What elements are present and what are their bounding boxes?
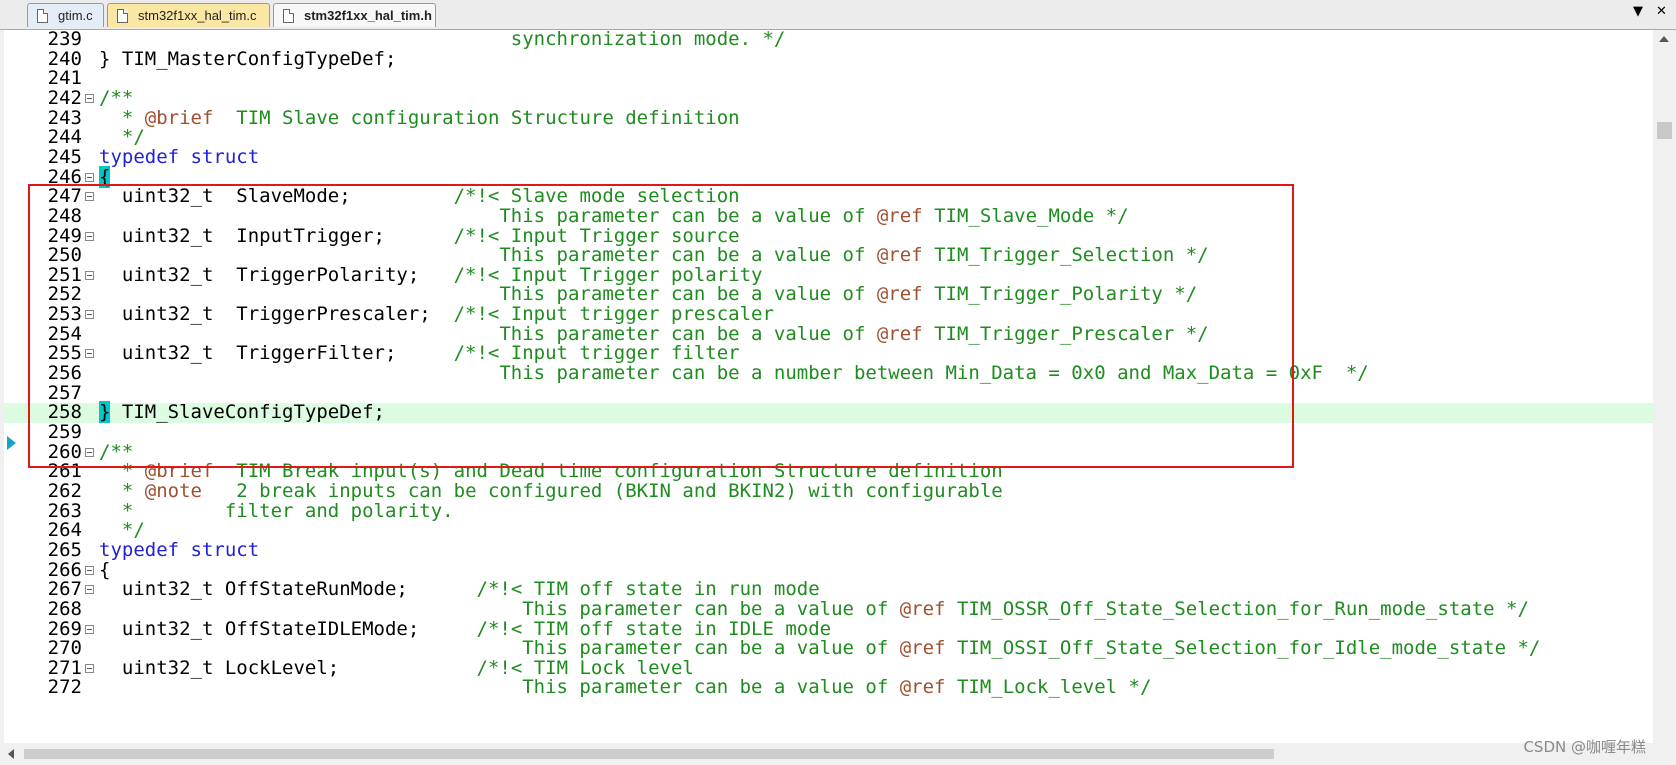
- code-line[interactable]: 263 * filter and polarity.: [4, 499, 1653, 522]
- fold-toggle-icon[interactable]: [85, 585, 94, 595]
- code-line[interactable]: 243 * @brief TIM Slave configuration Str…: [4, 106, 1653, 129]
- code-token: TIM Slave configuration Structure defini…: [213, 106, 740, 129]
- line-number: 268: [47, 597, 82, 620]
- code-token: typedef struct: [99, 538, 260, 561]
- code-line[interactable]: 265 typedef struct: [4, 538, 1653, 561]
- line-number: 239: [47, 30, 82, 50]
- line-number: 244: [47, 126, 82, 149]
- tab-label: stm32f1xx_hal_tim.h: [304, 8, 432, 23]
- fold-toggle-icon[interactable]: [85, 93, 94, 103]
- horizontal-scrollbar[interactable]: [4, 743, 1653, 765]
- code-text: This parameter can be a value of @ref TI…: [99, 678, 1151, 698]
- code-token: * filter and polarity.: [99, 499, 454, 522]
- tab-stm32f1xx-hal-tim-c[interactable]: stm32f1xx_hal_tim.c: [107, 3, 270, 27]
- line-number: 270: [47, 637, 82, 660]
- current-line-marker-icon: [7, 436, 16, 450]
- highlight-box: [28, 184, 1294, 468]
- tab-list-dropdown-icon[interactable]: ▼: [1633, 4, 1643, 19]
- code-token: @ref: [899, 597, 946, 620]
- file-icon: [37, 9, 48, 23]
- line-number: 245: [47, 145, 82, 168]
- file-icon: [283, 9, 294, 23]
- fold-toggle-icon[interactable]: [85, 565, 94, 575]
- code-text: typedef struct: [99, 145, 260, 168]
- code-line[interactable]: 272 This parameter can be a value of @re…: [4, 678, 1653, 698]
- code-token: This parameter can be a value of: [99, 676, 900, 699]
- vertical-scroll-thumb[interactable]: [1657, 122, 1672, 139]
- vertical-scrollbar[interactable]: [1653, 30, 1676, 743]
- scroll-up-icon[interactable]: [1659, 36, 1669, 42]
- code-text: * @brief TIM Slave configuration Structu…: [99, 106, 740, 129]
- file-icon: [117, 9, 128, 23]
- code-editor[interactable]: 239 synchronization mode. */240} TIM_Mas…: [4, 30, 1653, 743]
- fold-toggle-icon[interactable]: [85, 663, 94, 673]
- code-line[interactable]: 240} TIM_MasterConfigTypeDef;: [4, 47, 1653, 70]
- code-token: TIM_OSSI_Off_State_Selection_for_Idle_mo…: [945, 637, 1541, 660]
- fold-toggle-icon[interactable]: [85, 172, 94, 182]
- code-token: TIM_OSSR_Off_State_Selection_for_Run_mod…: [945, 597, 1529, 620]
- tab-stm32f1xx-hal-tim-h[interactable]: stm32f1xx_hal_tim.h: [273, 3, 436, 27]
- line-number: 267: [47, 578, 82, 601]
- scroll-left-icon[interactable]: [8, 749, 14, 759]
- line-number: 264: [47, 519, 82, 542]
- tab-label: gtim.c: [58, 8, 93, 23]
- code-token: @brief: [144, 106, 214, 129]
- code-line[interactable]: 241: [4, 69, 1653, 89]
- line-number: 262: [47, 479, 82, 502]
- code-line[interactable]: 245 typedef struct: [4, 145, 1653, 168]
- code-text: typedef struct: [99, 538, 260, 561]
- line-number: 272: [47, 676, 82, 699]
- code-token: TIM_Lock_level */: [945, 676, 1152, 699]
- line-number: 242: [47, 86, 82, 109]
- tab-label: stm32f1xx_hal_tim.c: [138, 8, 257, 23]
- horizontal-scroll-thumb[interactable]: [24, 749, 1274, 759]
- code-token: typedef struct: [99, 145, 260, 168]
- tab-gtim-c[interactable]: gtim.c: [27, 3, 104, 27]
- line-number: 241: [47, 67, 82, 90]
- code-token: } TIM_MasterConfigTypeDef;: [99, 47, 397, 70]
- code-token: @ref: [899, 637, 946, 660]
- code-text: * filter and polarity.: [99, 499, 454, 522]
- watermark: CSDN @咖喱年糕: [1523, 738, 1646, 756]
- code-text: } TIM_MasterConfigTypeDef;: [99, 47, 397, 70]
- line-number: 265: [47, 538, 82, 561]
- code-token: @ref: [899, 676, 946, 699]
- close-tab-icon[interactable]: ✕: [1656, 4, 1667, 19]
- fold-toggle-icon[interactable]: [85, 624, 94, 634]
- tab-bar: gtim.c stm32f1xx_hal_tim.c stm32f1xx_hal…: [0, 0, 1676, 30]
